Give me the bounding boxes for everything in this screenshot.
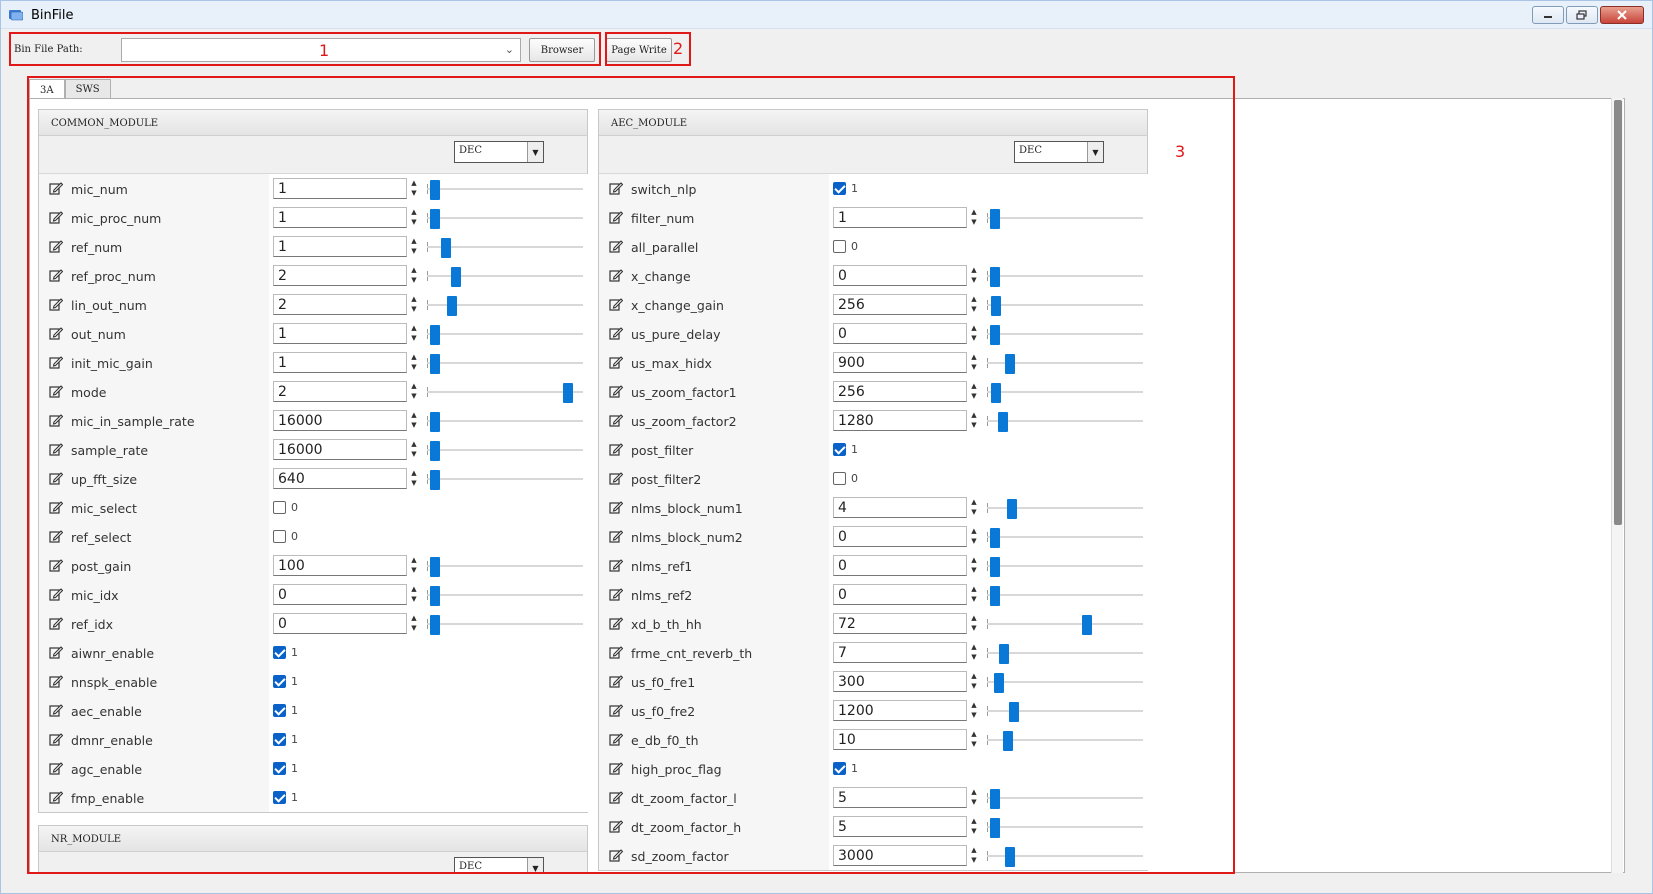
- vertical-scrollbar[interactable]: [1611, 98, 1623, 873]
- minimize-button[interactable]: [1532, 6, 1564, 24]
- window-title: BinFile: [31, 8, 74, 23]
- scrollbar-thumb[interactable]: [1614, 100, 1622, 525]
- minimize-icon: [1544, 16, 1552, 18]
- annotation-box-1: [9, 32, 601, 66]
- title-bar: BinFile: [1, 1, 1652, 29]
- annotation-label-3: 3: [1175, 142, 1186, 161]
- annotation-label-1: 1: [319, 41, 330, 60]
- close-icon: [1617, 10, 1627, 20]
- annotation-box-3: [27, 76, 1235, 874]
- restore-icon: [1576, 10, 1587, 20]
- annotation-label-2: 2: [673, 39, 684, 58]
- close-button[interactable]: [1600, 6, 1644, 24]
- restore-button[interactable]: [1566, 6, 1598, 24]
- binfile-window: BinFile Bin File Path: ⌄ Browser Page Wr…: [0, 0, 1653, 894]
- app-icon: [9, 10, 23, 21]
